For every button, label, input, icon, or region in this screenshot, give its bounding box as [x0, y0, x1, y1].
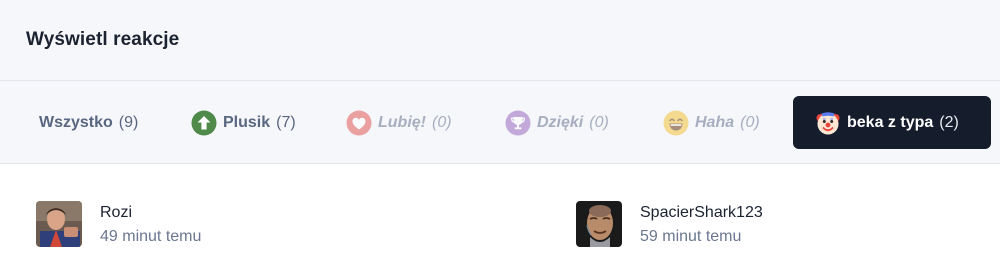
tab-all-label: Wszystko [39, 113, 113, 131]
tab-haha-label: Haha [695, 113, 735, 131]
tab-haha-count: (0) [740, 113, 760, 131]
trophy-icon [505, 110, 531, 136]
tab-all[interactable]: Wszystko (9) [39, 96, 138, 149]
avatar[interactable] [36, 201, 82, 247]
user-info: Rozi 49 minut temu [100, 201, 201, 246]
tab-dzieki[interactable]: Dzięki (0) [505, 96, 609, 149]
tab-plusik-label: Plusik [223, 113, 271, 131]
tab-all-count: (9) [118, 113, 139, 131]
avatar[interactable] [576, 201, 622, 247]
tab-plusik[interactable]: Plusik (7) [191, 96, 296, 149]
tab-haha[interactable]: Haha (0) [663, 96, 760, 149]
reactions-dialog: Wyświetl reakcje Wszystko (9) Plusik (7) [0, 0, 1000, 270]
list-item: SpacierShark123 59 minut temu [576, 201, 763, 247]
tab-lubie-count: (0) [432, 113, 452, 131]
heart-icon [346, 110, 372, 136]
reaction-user-list: Rozi 49 minut temu SpacierShark123 59 mi… [0, 164, 1000, 269]
tab-plusik-count: (7) [276, 113, 296, 131]
username[interactable]: SpacierShark123 [640, 204, 763, 222]
tab-beka-count: (2) [939, 113, 959, 131]
tab-beka-z-typa[interactable]: beka z typa (2) [793, 96, 991, 149]
user-info: SpacierShark123 59 minut temu [640, 201, 763, 246]
arrow-up-icon [191, 110, 217, 136]
tab-lubie-label: Lubię! [378, 113, 426, 131]
username[interactable]: Rozi [100, 204, 201, 222]
reaction-tabs: Wszystko (9) Plusik (7) Lubię! (0) Dzięk… [0, 81, 1000, 164]
laughing-face-icon [663, 110, 689, 136]
dialog-header: Wyświetl reakcje [0, 0, 1000, 81]
tab-dzieki-count: (0) [589, 113, 609, 131]
reaction-time: 59 minut temu [640, 228, 742, 245]
tab-lubie[interactable]: Lubię! (0) [346, 96, 452, 149]
tab-dzieki-label: Dzięki [537, 113, 584, 131]
dialog-title: Wyświetl reakcje [26, 29, 180, 50]
tab-beka-label: beka z typa [847, 113, 934, 131]
list-item: Rozi 49 minut temu [36, 201, 201, 247]
reaction-time: 49 minut temu [100, 228, 202, 245]
clown-face-icon [815, 110, 841, 136]
